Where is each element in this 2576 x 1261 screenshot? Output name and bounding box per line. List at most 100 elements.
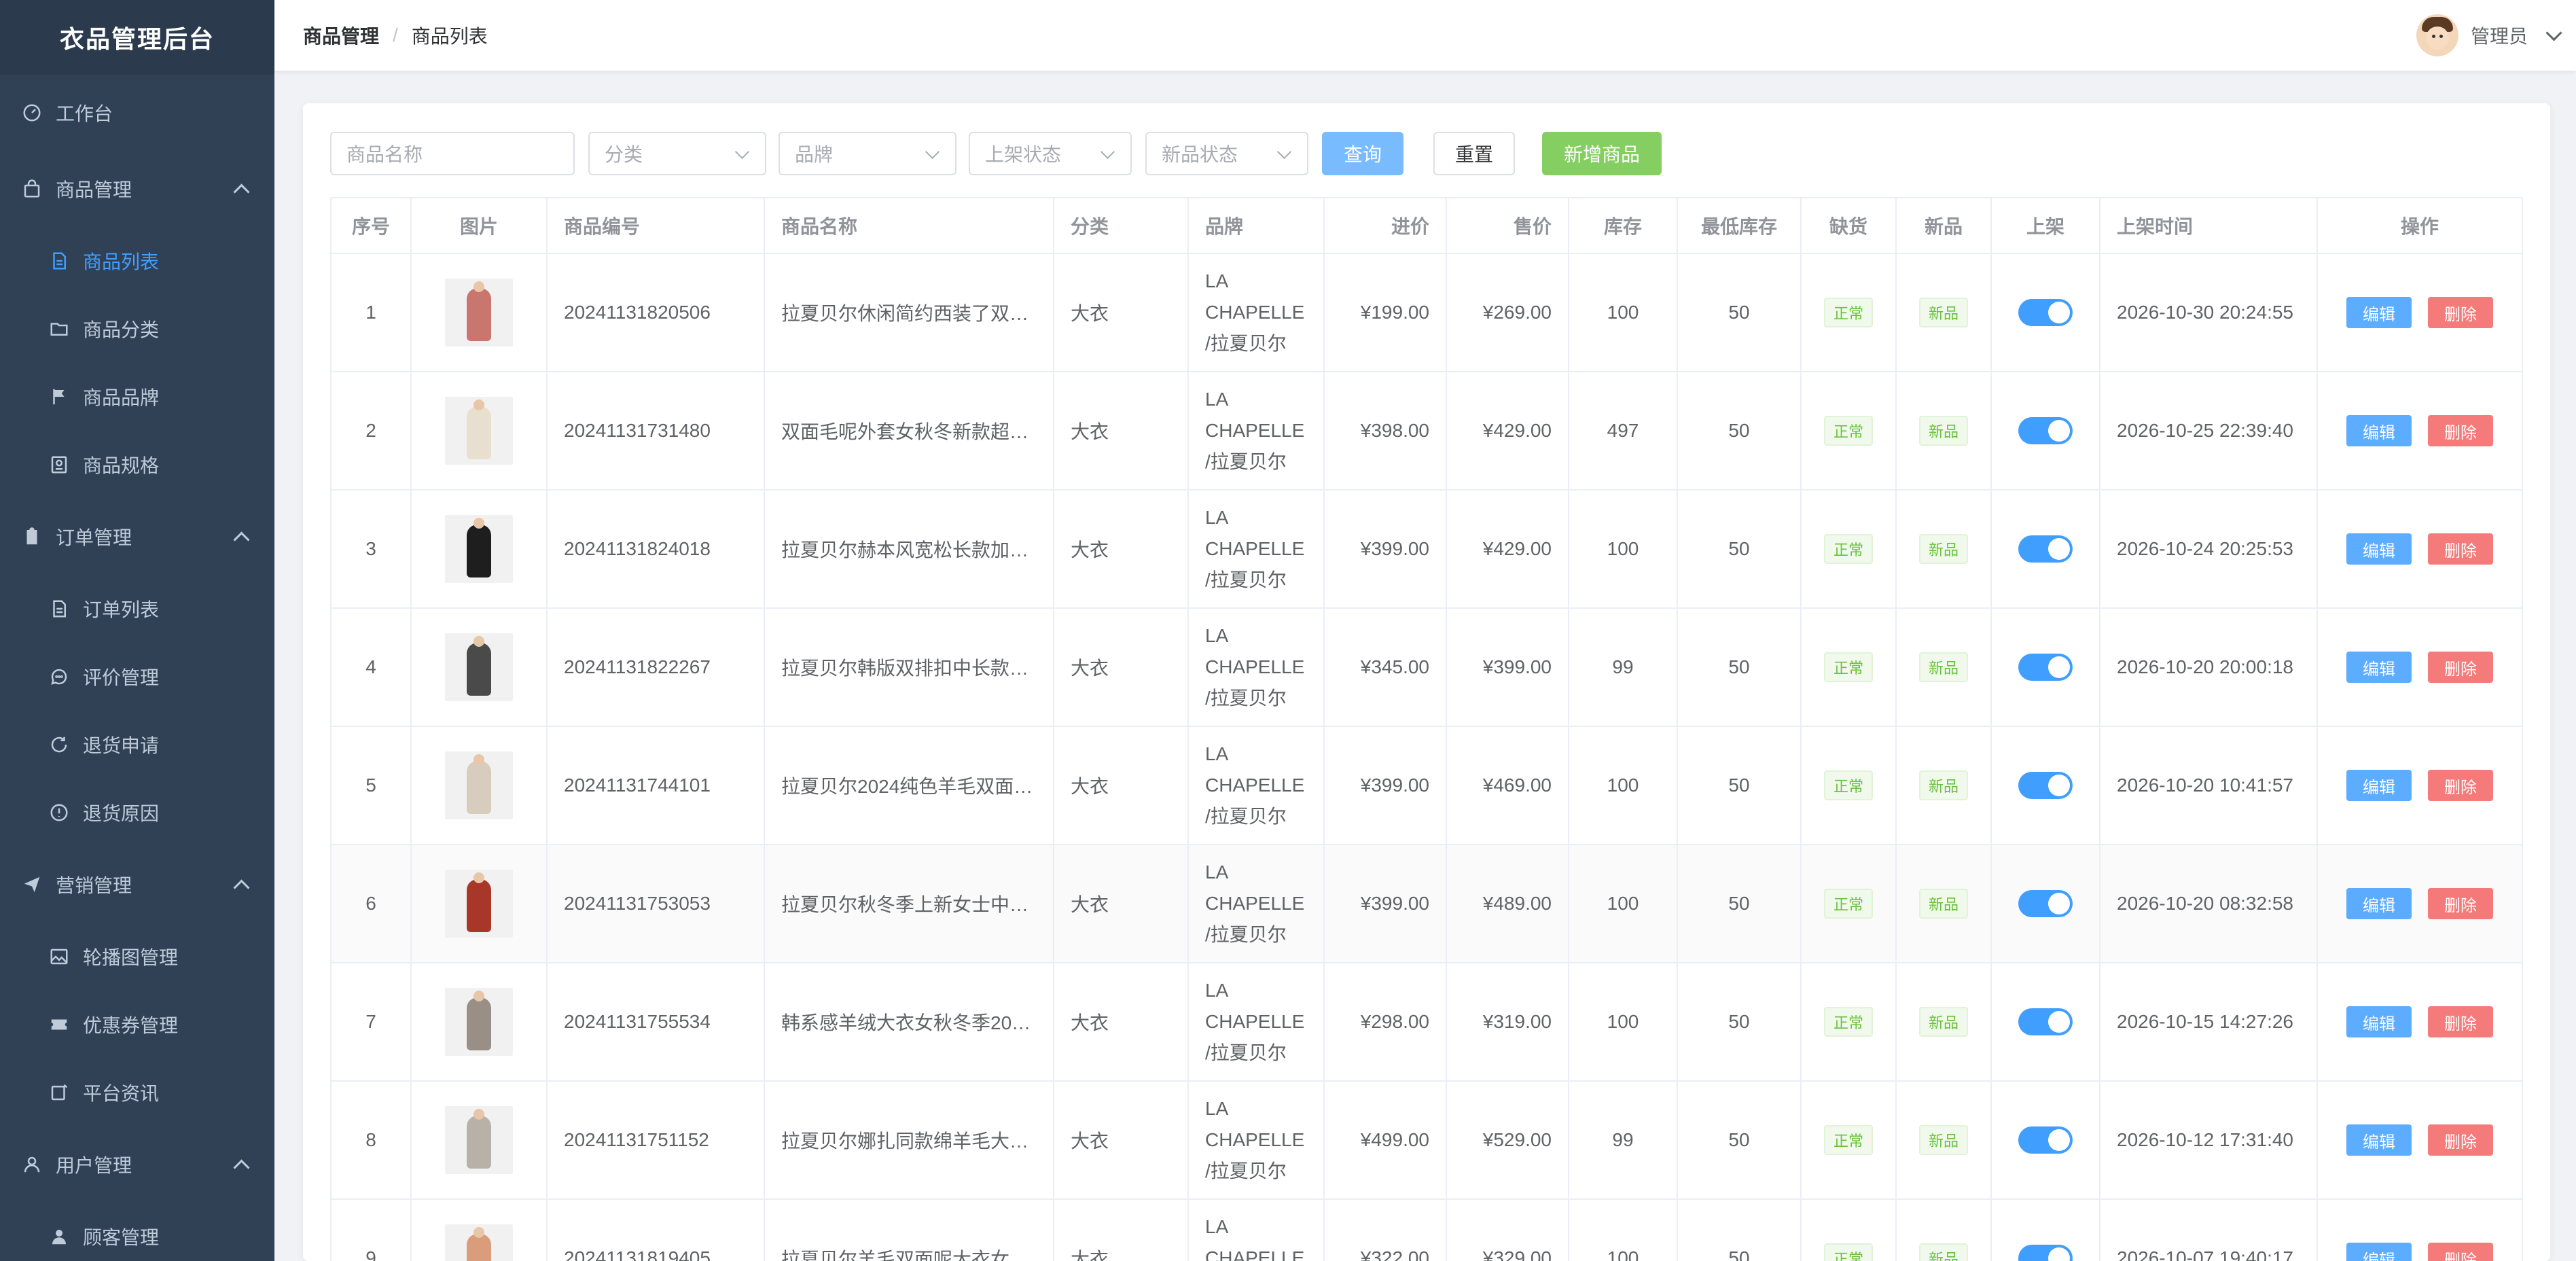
- min-stock: 50: [1728, 775, 1750, 796]
- column-header: 最低库存: [1678, 198, 1802, 253]
- delete-button[interactable]: 删除: [2428, 297, 2493, 328]
- table-cell: 2026-10-20 10:41:57: [2100, 727, 2318, 844]
- sidebar-item-2[interactable]: 商品列表: [0, 242, 274, 280]
- goods-thumbnail[interactable]: [445, 1106, 513, 1174]
- on-shelf-toggle[interactable]: [2018, 654, 2073, 681]
- table-cell: 8: [332, 1082, 412, 1198]
- top-header: 商品管理 / 商品列表 管理员: [274, 0, 2576, 71]
- goods-brand-line: LA: [1205, 1098, 1229, 1119]
- edit-button[interactable]: 编辑: [2346, 652, 2412, 683]
- on-shelf-toggle[interactable]: [2018, 535, 2073, 563]
- goods-thumbnail[interactable]: [445, 515, 513, 583]
- edit-button[interactable]: 编辑: [2346, 1243, 2412, 1261]
- on-shelf-toggle[interactable]: [2018, 890, 2073, 917]
- brand-select[interactable]: 品牌: [779, 132, 956, 175]
- sidebar-item-label: 订单管理: [56, 527, 132, 548]
- delete-button[interactable]: 删除: [2428, 1006, 2493, 1037]
- table-cell: ¥269.00: [1447, 254, 1569, 371]
- sidebar-item-6[interactable]: 订单管理: [0, 518, 274, 556]
- on-shelf-toggle[interactable]: [2018, 1245, 2073, 1261]
- reset-button[interactable]: 重置: [1433, 132, 1515, 175]
- column-header: 图片: [412, 198, 548, 253]
- sidebar-item-14[interactable]: 平台资讯: [0, 1073, 274, 1112]
- edit-button[interactable]: 编辑: [2346, 415, 2412, 446]
- table-cell: ¥529.00: [1447, 1082, 1569, 1198]
- thumbnail-figure-head: [473, 399, 484, 410]
- sidebar-item-8[interactable]: 评价管理: [0, 658, 274, 696]
- sidebar-item-5[interactable]: 商品规格: [0, 446, 274, 484]
- shelf-status-select[interactable]: 上架状态: [969, 132, 1132, 175]
- table-cell: LA CHAPELLE/拉夏贝尔: [1189, 845, 1325, 962]
- shelf-time: 2026-10-20 08:32:58: [2117, 893, 2293, 914]
- delete-button[interactable]: 删除: [2428, 415, 2493, 446]
- table-header: 序号 图片 商品编号 商品名称 分类 品牌 进价 售价 库存 最低库存 缺货 新品 上架 上架时间 操作: [332, 198, 2522, 254]
- table-cell: 新品: [1897, 1200, 1992, 1261]
- table-cell: 50: [1678, 845, 1802, 962]
- edit-button[interactable]: 编辑: [2346, 888, 2412, 919]
- sale-price: ¥489.00: [1482, 893, 1552, 914]
- delete-button[interactable]: 删除: [2428, 652, 2493, 683]
- delete-button[interactable]: 删除: [2428, 533, 2493, 565]
- shelf-time: 2026-10-30 20:24:55: [2117, 302, 2293, 323]
- query-button[interactable]: 查询: [1322, 132, 1403, 175]
- table-cell: 100: [1569, 1200, 1678, 1261]
- table-cell: 拉夏贝尔羊毛双面呢大衣女…: [765, 1200, 1054, 1261]
- sidebar-item-3[interactable]: 商品分类: [0, 310, 274, 348]
- delete-button[interactable]: 删除: [2428, 770, 2493, 801]
- sidebar-item-12[interactable]: 轮播图管理: [0, 938, 274, 976]
- delete-button[interactable]: 删除: [2428, 1243, 2493, 1261]
- thumbnail-figure-coat: [467, 879, 491, 932]
- on-shelf-toggle[interactable]: [2018, 417, 2073, 444]
- edit-button[interactable]: 编辑: [2346, 533, 2412, 565]
- on-shelf-toggle[interactable]: [2018, 1126, 2073, 1154]
- add-goods-button[interactable]: 新增商品: [1542, 132, 1662, 175]
- sidebar-item-9[interactable]: 退货申请: [0, 726, 274, 764]
- sidebar-item-4[interactable]: 商品品牌: [0, 378, 274, 416]
- sidebar-item-15[interactable]: 用户管理: [0, 1145, 274, 1184]
- toggle-knob: [2048, 893, 2070, 914]
- edit-button[interactable]: 编辑: [2346, 1124, 2412, 1156]
- cost-price: ¥345.00: [1360, 656, 1429, 677]
- goods-brand-line: LA: [1205, 625, 1229, 646]
- on-shelf-toggle[interactable]: [2018, 772, 2073, 799]
- sidebar-item-0[interactable]: 工作台: [0, 94, 274, 132]
- cost-price: ¥322.00: [1360, 1247, 1429, 1261]
- table-cell: 9: [332, 1200, 412, 1261]
- new-badge: 新品: [1918, 1007, 1968, 1037]
- category-select[interactable]: 分类: [588, 132, 766, 175]
- goods-thumbnail[interactable]: [445, 279, 513, 347]
- goods-name-input[interactable]: 商品名称: [330, 132, 575, 175]
- sidebar-item-label: 退货原因: [83, 803, 160, 824]
- chevron-down-icon[interactable]: [2545, 24, 2562, 41]
- sidebar-item-16[interactable]: 顾客管理: [0, 1218, 274, 1256]
- avatar[interactable]: [2416, 14, 2458, 56]
- table-cell: 100: [1569, 727, 1678, 844]
- edit-button[interactable]: 编辑: [2346, 1006, 2412, 1037]
- breadcrumb-item-goods[interactable]: 商品管理: [303, 22, 379, 49]
- goods-thumbnail[interactable]: [445, 870, 513, 938]
- delete-button[interactable]: 删除: [2428, 888, 2493, 919]
- table-cell: ¥499.00: [1325, 1082, 1447, 1198]
- sidebar-item-13[interactable]: 优惠券管理: [0, 1006, 274, 1044]
- clipboard-icon: [20, 525, 43, 548]
- edit-button[interactable]: 编辑: [2346, 770, 2412, 801]
- goods-thumbnail[interactable]: [445, 1224, 513, 1261]
- sidebar-item-1[interactable]: 商品管理: [0, 170, 274, 208]
- sidebar-item-11[interactable]: 营销管理: [0, 866, 274, 904]
- new-status-select[interactable]: 新品状态: [1145, 132, 1308, 175]
- user-name[interactable]: 管理员: [2471, 22, 2528, 49]
- goods-thumbnail[interactable]: [445, 397, 513, 465]
- min-stock: 50: [1728, 1129, 1750, 1150]
- goods-thumbnail[interactable]: [445, 633, 513, 701]
- sidebar-item-7[interactable]: 订单列表: [0, 590, 274, 628]
- on-shelf-toggle[interactable]: [2018, 1008, 2073, 1035]
- on-shelf-toggle[interactable]: [2018, 299, 2073, 326]
- goods-thumbnail[interactable]: [445, 988, 513, 1056]
- edit-button[interactable]: 编辑: [2346, 297, 2412, 328]
- goods-thumbnail[interactable]: [445, 751, 513, 819]
- user-menu[interactable]: 管理员: [2416, 0, 2576, 71]
- table-cell: [1992, 845, 2100, 962]
- toggle-knob: [2048, 656, 2070, 678]
- delete-button[interactable]: 删除: [2428, 1124, 2493, 1156]
- sidebar-item-10[interactable]: 退货原因: [0, 794, 274, 832]
